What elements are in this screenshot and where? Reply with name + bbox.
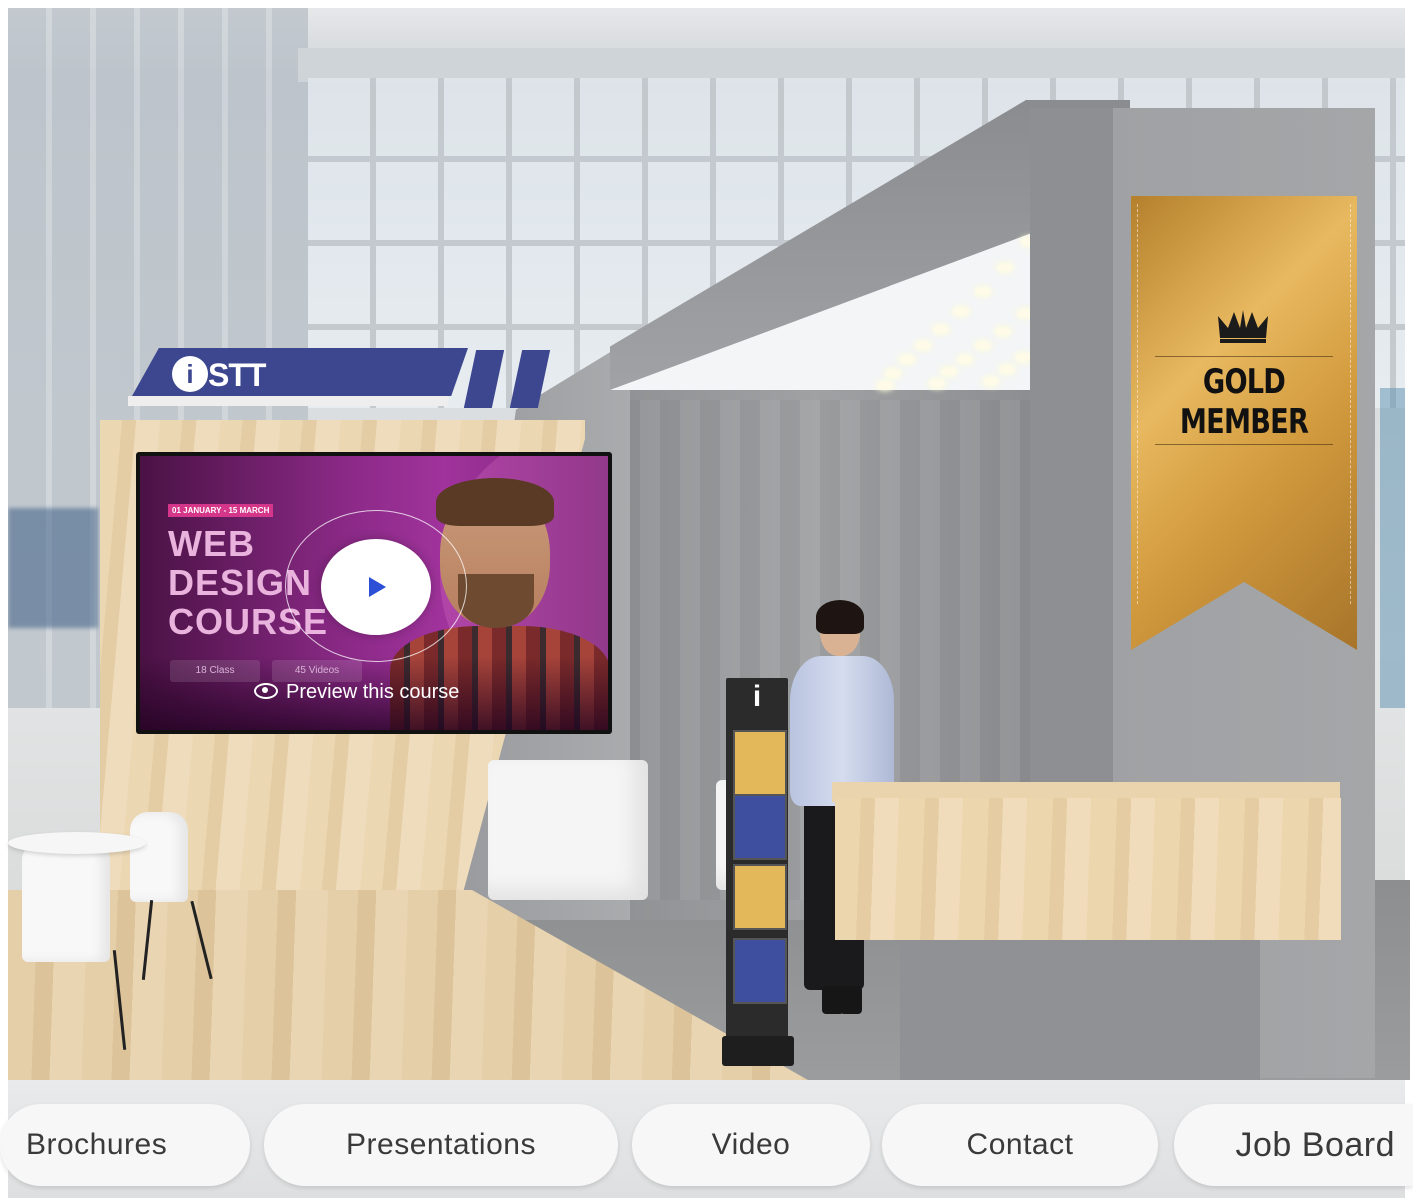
ceiling-light bbox=[976, 288, 990, 295]
virtual-booth-scene: i STT 01 JANUARY - 15 MARCH WEB DESIGN C… bbox=[0, 0, 1413, 1198]
header-sign-base bbox=[128, 396, 448, 406]
instructor-beard bbox=[458, 574, 534, 628]
brochure-pocket[interactable] bbox=[733, 864, 787, 930]
brand-logo-text: STT bbox=[208, 357, 266, 393]
ceiling-light bbox=[984, 378, 998, 385]
hall-right-panel bbox=[1380, 388, 1405, 708]
ceiling-light bbox=[998, 264, 1012, 271]
ceiling-light bbox=[930, 380, 944, 387]
eye-icon bbox=[254, 682, 278, 699]
reception-counter-base bbox=[900, 940, 1260, 1080]
brochure-pocket[interactable] bbox=[733, 794, 787, 860]
preview-course-link[interactable]: Preview this course bbox=[254, 679, 459, 705]
info-icon: i bbox=[752, 680, 762, 713]
job-board-button[interactable]: Job Board bbox=[1174, 1104, 1413, 1186]
bistro-chair bbox=[130, 812, 188, 902]
reception-counter bbox=[835, 798, 1341, 940]
course-date-label: 01 JANUARY - 15 MARCH bbox=[168, 504, 274, 517]
crown-icon bbox=[1218, 310, 1268, 343]
ceiling-light bbox=[878, 382, 892, 389]
ceiling-light bbox=[886, 370, 900, 377]
ceiling-light bbox=[916, 342, 930, 349]
ceiling-light bbox=[996, 328, 1010, 335]
hall-beam bbox=[298, 48, 1405, 82]
lounge-chair bbox=[488, 760, 648, 900]
presentations-button[interactable]: Presentations bbox=[264, 1104, 618, 1186]
banner-divider bbox=[1155, 444, 1333, 445]
ceiling-light bbox=[1016, 354, 1030, 361]
contact-button[interactable]: Contact bbox=[882, 1104, 1158, 1186]
ceiling-light bbox=[942, 368, 956, 375]
preview-label: Preview this course bbox=[286, 681, 460, 703]
ceiling-light bbox=[1000, 366, 1014, 373]
instructor-hair bbox=[436, 478, 554, 526]
bistro-chair bbox=[22, 842, 110, 962]
receptionist-hair bbox=[816, 600, 864, 634]
brand-logo-mark: i bbox=[186, 359, 194, 389]
hall-blue-panel bbox=[8, 508, 98, 628]
play-icon bbox=[369, 577, 386, 597]
bistro-table bbox=[8, 832, 146, 854]
receptionist-shoe bbox=[840, 986, 862, 1014]
brochure-pocket[interactable] bbox=[733, 938, 787, 1004]
play-button[interactable] bbox=[321, 539, 431, 635]
badge-title-line1: GOLD bbox=[1202, 362, 1286, 402]
badge-title-line2: MEMBER bbox=[1179, 402, 1309, 442]
brochures-button[interactable]: Brochures bbox=[0, 1104, 250, 1186]
video-button[interactable]: Video bbox=[632, 1104, 870, 1186]
course-class-count: 18 Class bbox=[170, 660, 260, 682]
brochure-stand-foot bbox=[722, 1036, 794, 1066]
banner-divider bbox=[1155, 356, 1333, 357]
ceiling-light bbox=[900, 356, 914, 363]
ceiling-light bbox=[958, 356, 972, 363]
brochure-pocket[interactable] bbox=[733, 730, 787, 796]
ceiling-light bbox=[954, 308, 968, 315]
ceiling-light bbox=[976, 342, 990, 349]
ceiling-light bbox=[934, 326, 948, 333]
